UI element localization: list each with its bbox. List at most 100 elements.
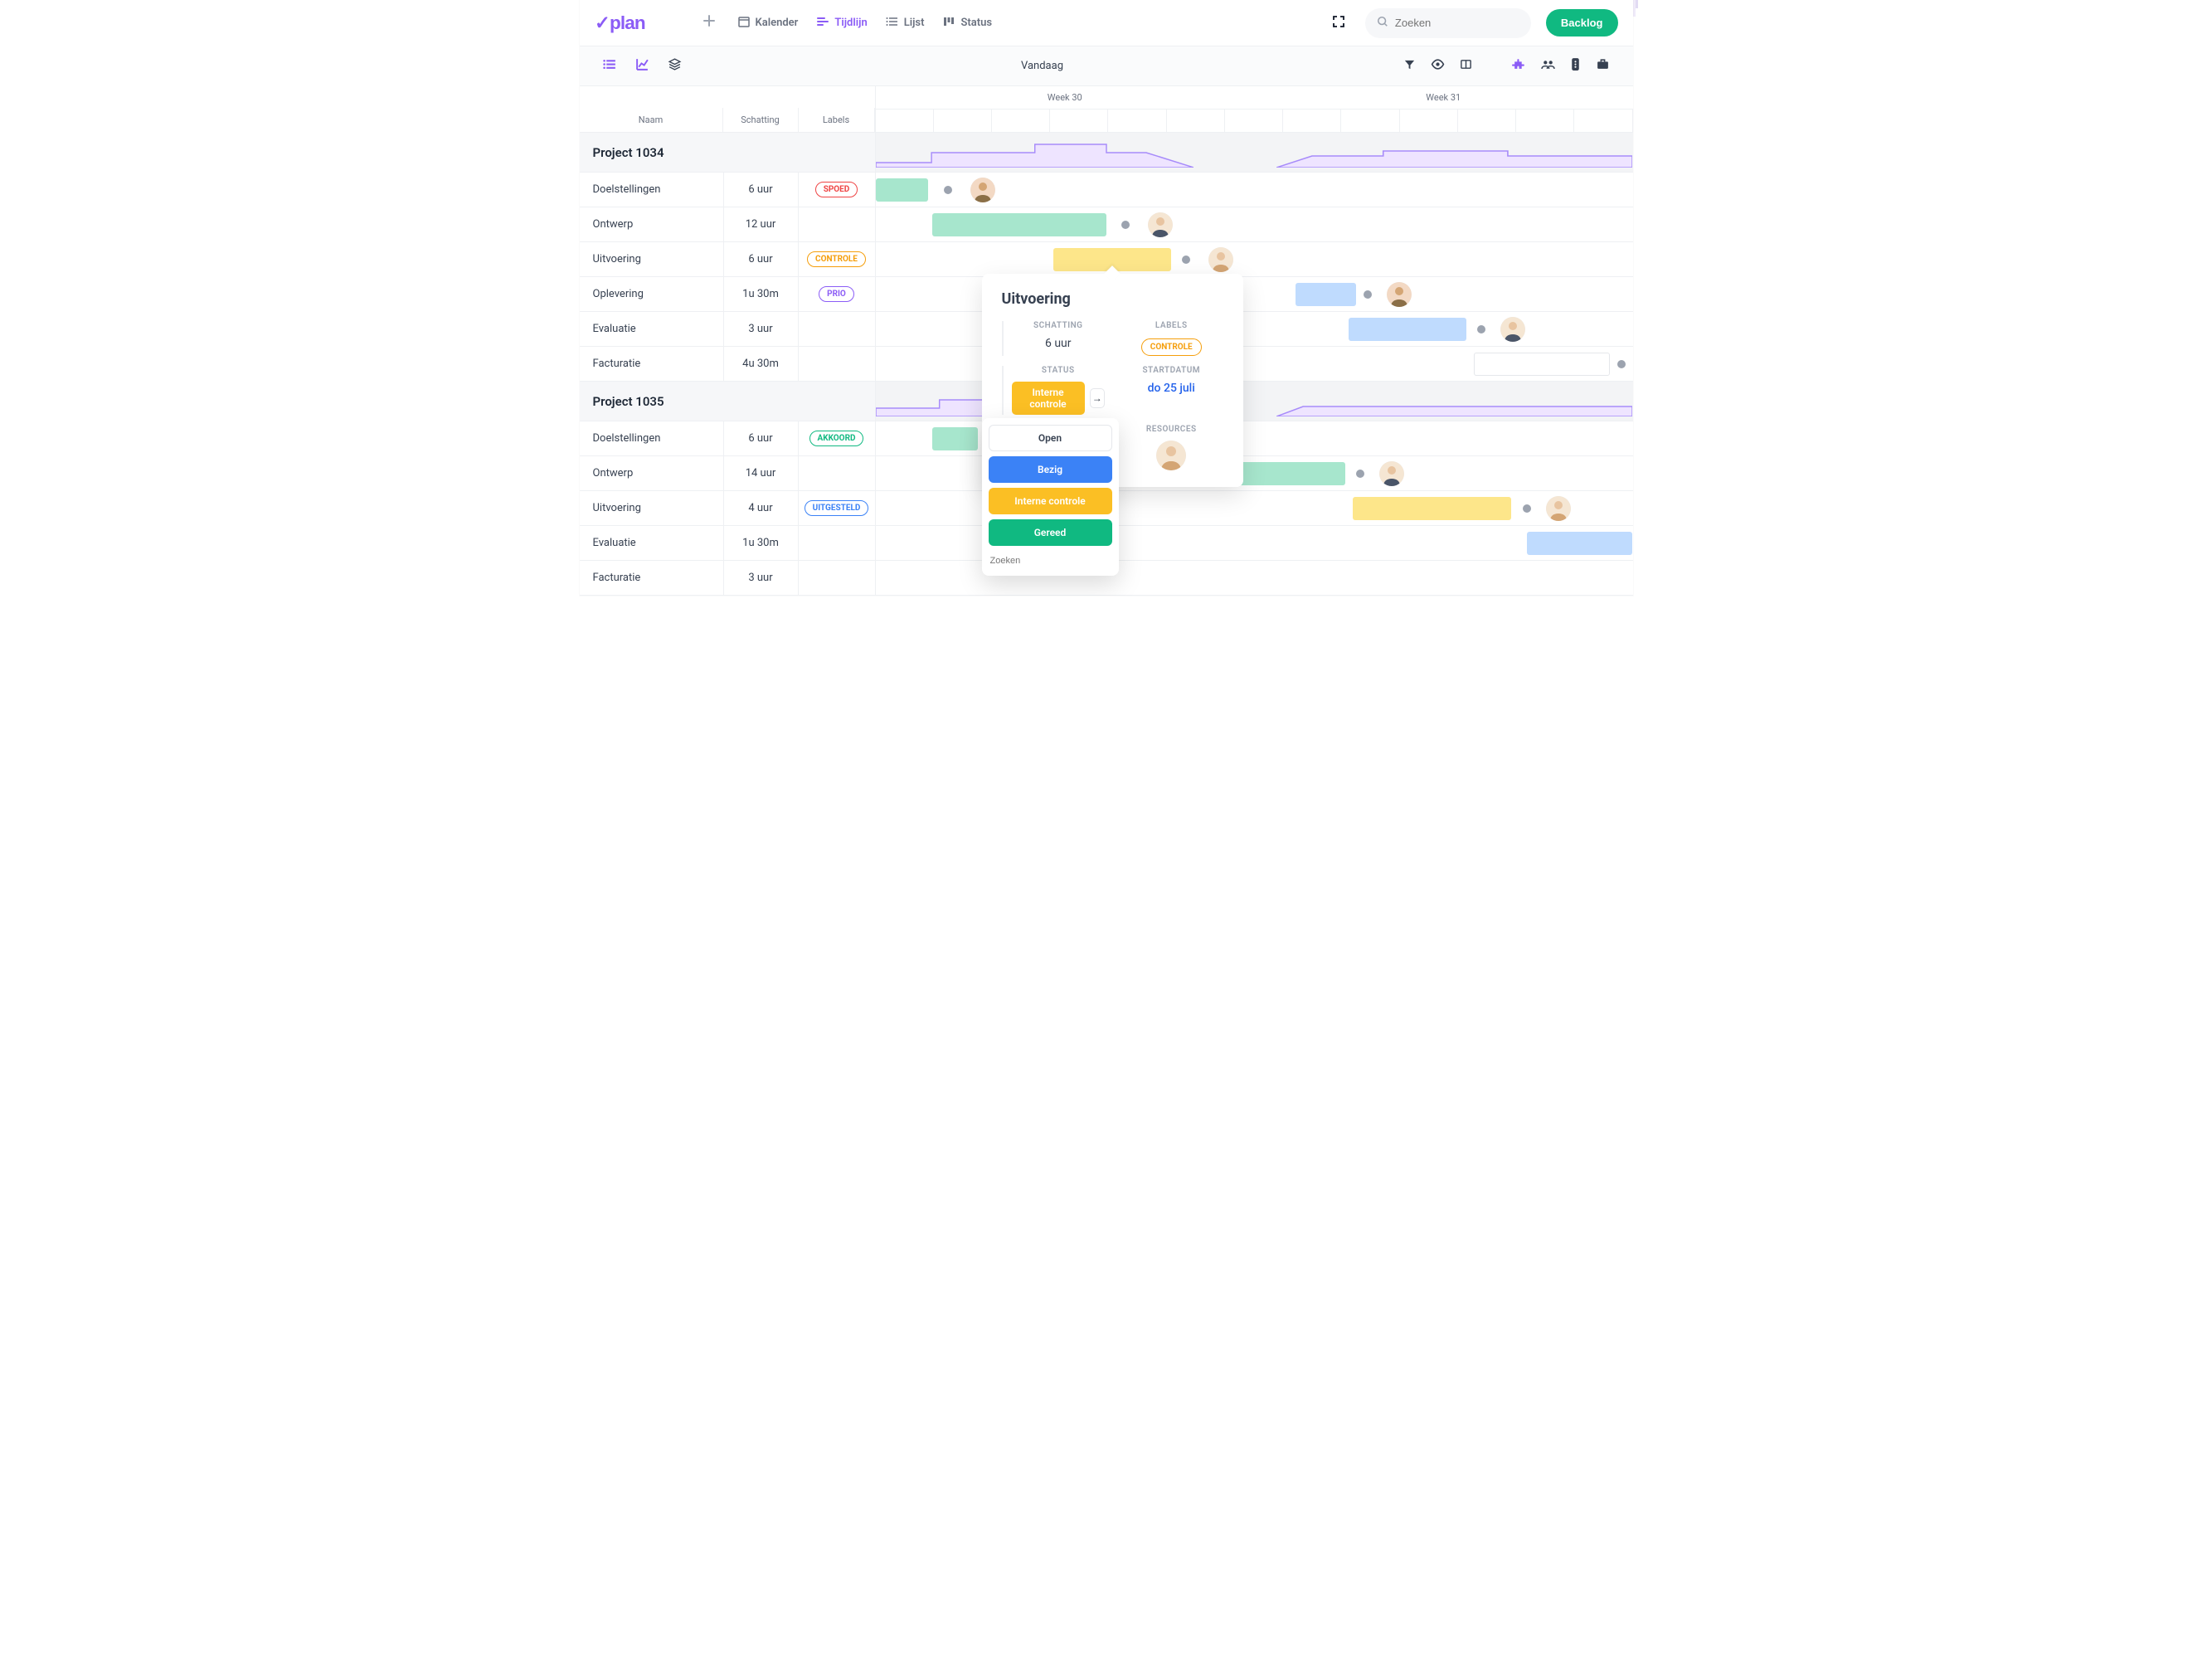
timeline-row[interactable] xyxy=(876,242,1633,277)
status-option-bezig[interactable]: Bezig xyxy=(989,456,1112,483)
gantt-bar[interactable] xyxy=(932,213,1106,236)
content: Naam Schatting Labels Project 1034 Doels… xyxy=(580,86,1633,596)
app-window: ✓plan Kalender Tijdlijn Lijst Status xyxy=(580,0,1633,596)
task-row[interactable]: Doelstellingen 6 uur AKKOORD xyxy=(580,421,875,456)
backlog-button[interactable]: Backlog xyxy=(1546,9,1618,37)
avatar[interactable] xyxy=(1500,317,1525,342)
team-button[interactable] xyxy=(1541,57,1555,75)
status-option-gereed[interactable]: Gereed xyxy=(989,519,1112,546)
task-row[interactable]: Oplevering 1u 30m PRIO xyxy=(580,277,875,312)
avatar[interactable] xyxy=(1546,496,1571,521)
popover-estimate: 6 uur xyxy=(1012,337,1106,350)
timeline-group-header xyxy=(876,133,1633,173)
task-row[interactable]: Uitvoering 4 uur UITGESTELD xyxy=(580,491,875,526)
task-row[interactable]: Ontwerp 12 uur xyxy=(580,207,875,242)
dependency-dot[interactable] xyxy=(1364,290,1372,299)
list-icon xyxy=(886,15,899,32)
search-box[interactable] xyxy=(1365,8,1531,38)
logo: ✓plan xyxy=(595,12,681,34)
status-option-open[interactable]: Open xyxy=(989,425,1112,451)
tab-status[interactable]: Status xyxy=(942,15,992,32)
timeline[interactable]: Week 30 Week 31 xyxy=(876,86,1633,596)
filter-button[interactable] xyxy=(1403,58,1416,74)
tab-label: Tijdlijn xyxy=(834,17,867,29)
status-search-input[interactable] xyxy=(989,553,1112,569)
task-row[interactable]: Doelstellingen 6 uur SPOED xyxy=(580,173,875,207)
avatar[interactable] xyxy=(1208,247,1233,272)
gantt-bar[interactable] xyxy=(1349,318,1466,341)
dependency-dot[interactable] xyxy=(1617,360,1626,368)
popover-label: STARTDATUM xyxy=(1120,366,1223,375)
task-estimate: 14 uur xyxy=(723,456,799,490)
status-next-button[interactable]: → xyxy=(1090,388,1105,408)
gantt-bar[interactable] xyxy=(876,178,929,202)
gantt-bar[interactable] xyxy=(1353,497,1512,520)
popover-label-pill[interactable]: CONTROLE xyxy=(1141,338,1202,356)
avatar[interactable] xyxy=(1379,461,1404,486)
task-row[interactable]: Ontwerp 14 uur xyxy=(580,456,875,491)
visibility-button[interactable] xyxy=(1431,57,1445,75)
task-name: Ontwerp xyxy=(580,218,723,231)
task-row[interactable]: Uitvoering 6 uur CONTROLE xyxy=(580,242,875,277)
status-option-interne[interactable]: Interne controle xyxy=(989,488,1112,514)
gantt-bar[interactable] xyxy=(932,427,978,450)
task-name: Doelstellingen xyxy=(580,432,723,445)
search-input[interactable] xyxy=(1395,17,1541,29)
week-header: Week 30 xyxy=(876,86,1255,109)
task-estimate: 3 uur xyxy=(723,312,799,346)
resource-avatar[interactable] xyxy=(1156,441,1186,470)
popover-label: LABELS xyxy=(1120,321,1223,330)
group-view-button[interactable] xyxy=(603,57,617,75)
columns-button[interactable] xyxy=(1460,58,1472,74)
layers-button[interactable] xyxy=(668,57,682,75)
add-button[interactable] xyxy=(702,14,716,32)
tab-lijst[interactable]: Lijst xyxy=(886,15,925,32)
group-header[interactable]: Project 1034 xyxy=(580,133,875,173)
popover-startdate[interactable]: do 25 juli xyxy=(1120,382,1223,395)
group-header[interactable]: Project 1035 xyxy=(580,382,875,421)
resource-button[interactable] xyxy=(1570,57,1581,75)
task-name: Evaluatie xyxy=(580,537,723,549)
dependency-dot[interactable] xyxy=(1121,221,1130,229)
task-estimate: 3 uur xyxy=(723,561,799,595)
task-row[interactable]: Facturatie 3 uur xyxy=(580,561,875,596)
task-estimate: 6 uur xyxy=(723,421,799,455)
task-name: Facturatie xyxy=(580,572,723,584)
status-chip[interactable]: Interne controle xyxy=(1012,382,1085,415)
fullscreen-button[interactable] xyxy=(1332,15,1345,32)
task-row[interactable]: Facturatie 4u 30m xyxy=(580,347,875,382)
avatar[interactable] xyxy=(1387,282,1412,307)
task-name: Facturatie xyxy=(580,358,723,370)
col-header-naam: Naam xyxy=(580,108,723,132)
task-label: UITGESTELD xyxy=(799,500,875,516)
capacity-chart xyxy=(1276,138,1632,168)
tab-tijdlijn[interactable]: Tijdlijn xyxy=(816,15,867,32)
dependency-dot[interactable] xyxy=(1523,504,1531,513)
gantt-bar[interactable] xyxy=(1527,532,1633,555)
topbar: ✓plan Kalender Tijdlijn Lijst Status xyxy=(580,0,1633,46)
dependency-dot[interactable] xyxy=(1356,470,1364,478)
avatar[interactable] xyxy=(970,178,995,202)
dependency-dot[interactable] xyxy=(944,186,952,194)
gantt-bar[interactable] xyxy=(1474,353,1610,376)
task-label: SPOED xyxy=(799,182,875,197)
timeline-row[interactable] xyxy=(876,207,1633,242)
tab-kalender[interactable]: Kalender xyxy=(737,15,799,32)
puzzle-button[interactable] xyxy=(1512,57,1526,75)
avatar[interactable] xyxy=(1148,212,1173,237)
gantt-bar[interactable] xyxy=(1296,283,1356,306)
calendar-icon xyxy=(737,15,751,32)
chart-view-button[interactable] xyxy=(635,57,649,75)
week-header: Week 31 xyxy=(1254,86,1633,109)
task-row[interactable]: Evaluatie 3 uur xyxy=(580,312,875,347)
briefcase-button[interactable] xyxy=(1596,57,1610,75)
task-row[interactable]: Evaluatie 1u 30m xyxy=(580,526,875,561)
dependency-dot[interactable] xyxy=(1182,256,1190,264)
popover-label: RESOURCES xyxy=(1120,425,1223,434)
timeline-row[interactable] xyxy=(876,173,1633,207)
dependency-dot[interactable] xyxy=(1477,325,1485,333)
timeline-icon xyxy=(816,15,829,32)
today-button[interactable]: Vandaag xyxy=(682,60,1403,72)
task-label: AKKOORD xyxy=(799,431,875,446)
task-name: Uitvoering xyxy=(580,253,723,265)
